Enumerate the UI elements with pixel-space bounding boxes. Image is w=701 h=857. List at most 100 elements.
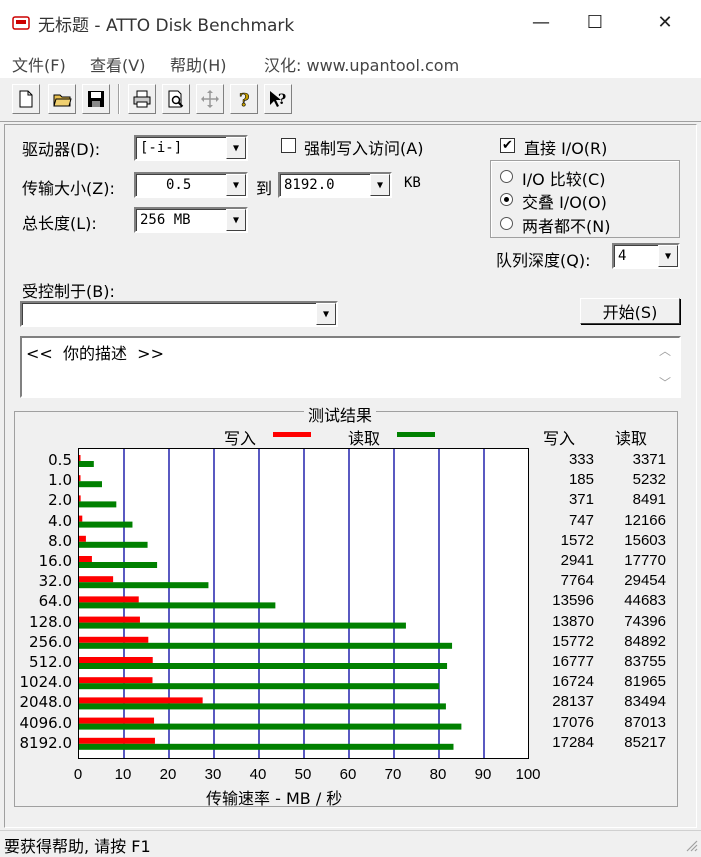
read-value: 44683 [624,592,666,610]
print-icon[interactable] [128,84,156,114]
write-bar [79,495,81,502]
direct-io-label: 直接 I/O(R) [524,139,608,158]
read-value: 87013 [624,713,666,731]
x-axis-label: 传输速率 - MB / 秒 [206,789,343,808]
read-value: 81965 [624,673,666,691]
new-file-icon[interactable] [12,84,40,114]
read-bar [79,481,102,488]
x-tick-label: 20 [159,766,177,783]
read-value: 12166 [624,511,666,529]
check-mark-icon: ✔ [502,138,513,153]
transfer-from-select[interactable]: 0.5 ▼ [134,172,248,198]
menu-file[interactable]: 文件(F) [12,52,66,76]
x-tick-label: 40 [249,766,267,783]
write-value: 13596 [552,592,594,610]
scroll-down-icon[interactable]: ﹀ [659,374,671,391]
read-bar [79,723,462,730]
neither-radio[interactable] [500,217,513,230]
print-preview-icon[interactable] [162,84,190,114]
description-text: << 你的描述 >> [26,344,164,363]
open-folder-icon[interactable] [48,84,76,114]
kb-unit-label: KB [404,175,421,191]
svg-text:?: ? [278,92,286,108]
read-bar [79,622,406,629]
read-value: 85217 [624,733,666,751]
maximize-button[interactable]: ☐ [572,0,618,44]
write-value: 15772 [552,632,594,650]
queue-depth-select[interactable]: 4 ▼ [612,243,680,269]
write-value: 16724 [552,673,594,691]
neither-label: 两者都不(N) [522,217,611,236]
read-bar [79,602,276,609]
write-bar [79,616,140,623]
write-value: 2941 [560,552,594,569]
controlled-by-select[interactable]: ▼ [20,301,338,327]
close-button[interactable]: ✕ [642,0,688,44]
read-value: 84892 [624,632,666,650]
transfer-to-value: 8192.0 [284,177,335,193]
transfer-to-select[interactable]: 8192.0 ▼ [278,172,392,198]
read-bar [79,743,454,750]
read-bar [79,521,133,528]
y-tick-label: 8192.0 [19,733,73,752]
total-length-select[interactable]: 256 MB ▼ [134,207,248,233]
write-bar [79,636,149,643]
context-help-icon[interactable]: ? [264,84,292,114]
menu-view[interactable]: 查看(V) [90,52,145,76]
x-tick-label: 10 [114,766,132,783]
write-value: 371 [568,491,594,509]
write-bar [79,556,92,562]
window-title: 无标题 - ATTO Disk Benchmark [38,16,295,36]
write-value: 16777 [552,653,594,670]
legend-read-label: 读取 [348,429,381,448]
read-bar [79,562,158,568]
write-value: 333 [568,451,594,468]
total-length-label: 总长度(L): [22,214,97,233]
total-length-value: 256 MB [140,212,191,228]
transfer-size-label: 传输大小(Z): [22,179,115,198]
y-tick-label: 16.0 [38,552,72,570]
read-bar [79,501,117,508]
write-value: 17284 [552,733,594,751]
chevron-down-icon: ▼ [316,303,336,325]
minimize-button[interactable]: — [518,0,564,44]
x-tick-label: 70 [384,766,402,783]
io-compare-label: I/O 比较(C) [522,170,606,189]
to-label: 到 [256,179,273,198]
save-icon[interactable] [82,84,110,114]
y-tick-label: 128.0 [29,612,72,631]
write-value: 185 [568,471,594,489]
chart-svg [79,449,485,758]
y-tick-label: 4.0 [48,511,72,530]
x-tick-label: 60 [339,766,357,783]
y-tick-label: 1024.0 [19,673,73,692]
move-icon[interactable] [196,84,224,114]
y-tick-label: 4096.0 [19,713,73,732]
help-icon[interactable]: ? [230,84,258,114]
write-value: 28137 [552,693,594,711]
write-bar [79,596,139,603]
read-value: 29454 [624,572,666,590]
start-button[interactable]: 开始(S) [580,298,680,324]
y-tick-label: 1.0 [48,471,72,490]
chart-plot-area [78,448,529,759]
io-compare-radio[interactable] [500,170,513,183]
controlled-by-label: 受控制于(B): [22,282,115,301]
scroll-up-icon[interactable]: ︿ [659,342,671,359]
overlapped-io-radio[interactable] [500,193,513,206]
resize-grip-icon[interactable] [682,836,698,852]
menu-help[interactable]: 帮助(H) [170,52,227,76]
force-write-checkbox[interactable] [281,138,296,153]
y-tick-label: 2.0 [48,491,72,510]
overlapped-io-label: 交叠 I/O(O) [522,193,607,212]
drive-value: [-i-] [140,140,183,156]
drive-select[interactable]: [-i-] ▼ [134,135,248,161]
x-tick-label: 100 [515,766,541,783]
x-tick-label: 0 [73,766,83,783]
legend-write-label: 写入 [224,429,257,448]
direct-io-checkbox[interactable]: ✔ [500,138,515,153]
legend-write-swatch [273,432,311,437]
write-bar [79,717,155,724]
read-bar [79,642,453,649]
write-bar [79,737,155,744]
